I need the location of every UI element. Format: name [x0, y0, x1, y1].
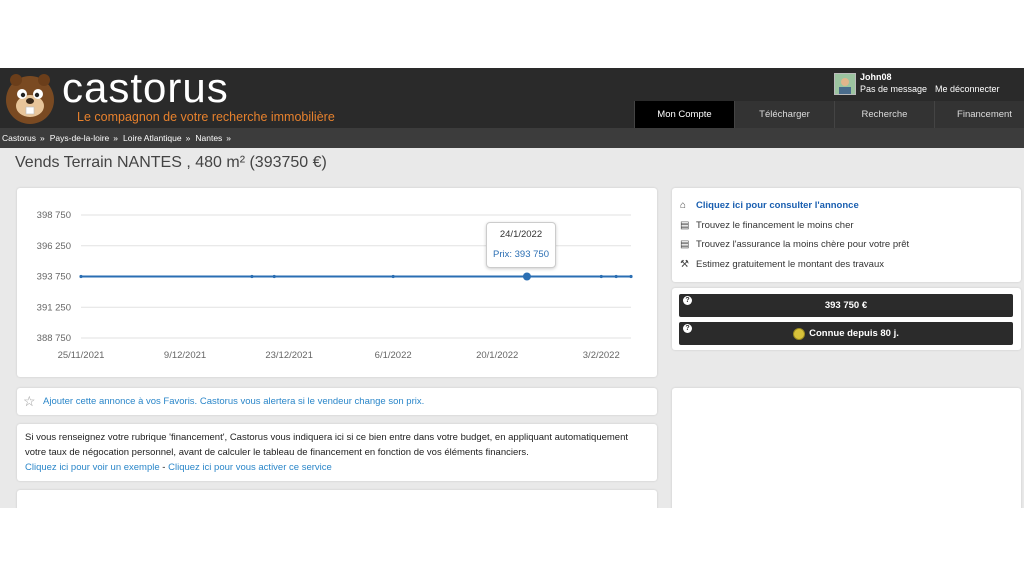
logout-link[interactable]: Me déconnecter [935, 84, 1000, 94]
find-financing-label: Trouvez le financement le moins cher [696, 220, 854, 231]
favorites-card: ☆ Ajouter cette annonce à vos Favoris. C… [17, 388, 657, 415]
user-name[interactable]: John08 [860, 72, 892, 82]
user-avatar[interactable] [834, 73, 856, 95]
financing-info-text: Si vous renseignez votre rubrique 'finan… [25, 430, 650, 475]
calculator-icon: ▤ [680, 239, 690, 250]
actions-card: ⌂ Cliquez ici pour consulter l'annonce ▤… [672, 188, 1021, 282]
nav-tab-financing[interactable]: Financement [934, 101, 1024, 128]
breadcrumb-city[interactable]: Nantes [195, 133, 222, 143]
data-point [599, 274, 603, 279]
help-icon[interactable]: ? [683, 296, 692, 305]
messages-link[interactable]: Pas de message [860, 84, 927, 94]
logo-text[interactable]: castorus [62, 68, 229, 112]
price-bar: ? 393 750 € [679, 294, 1013, 317]
nav-tab-download[interactable]: Télécharger [734, 101, 834, 128]
bottom-card [17, 490, 657, 508]
add-favorites-link[interactable]: Ajouter cette annonce à vos Favoris. Cas… [43, 396, 424, 407]
data-point [272, 274, 276, 279]
activate-service-link[interactable]: Cliquez ici pour vous activer ce service [168, 462, 332, 473]
x-tick-label: 25/11/2021 [58, 350, 105, 361]
header-bar: castorus Le compagnon de votre recherche… [0, 68, 1024, 128]
x-tick-label: 6/1/2022 [375, 350, 412, 361]
main-nav: Mon Compte Télécharger Recherche Finance… [634, 101, 1024, 128]
data-point [250, 274, 254, 279]
price-history-chart-card: 398 750 396 250 393 750 391 250 388 750 25/11… [17, 188, 657, 377]
data-point [391, 274, 395, 279]
avatar-person-icon [835, 74, 855, 94]
help-icon[interactable]: ? [683, 324, 692, 333]
beaver-logo-icon[interactable] [2, 70, 58, 126]
x-tick-label: 3/2/2022 [583, 350, 620, 361]
price-value: 393 750 € [824, 300, 868, 311]
nav-tab-search[interactable]: Recherche [834, 101, 934, 128]
see-example-link[interactable]: Cliquez ici pour voir un exemple [25, 462, 160, 473]
right-empty-panel [672, 388, 1021, 508]
online-since-bar: ? Connue depuis 80 j. [679, 322, 1013, 345]
y-tick-label: 391 250 [37, 302, 71, 313]
hammer-icon: ⚒ [680, 259, 689, 270]
online-since-value: Connue depuis 80 j. [809, 328, 899, 339]
y-tick-label: 396 250 [37, 241, 71, 252]
coin-icon [793, 327, 806, 340]
view-listing-label: Cliquez ici pour consulter l'annonce [696, 200, 859, 211]
find-financing-link[interactable]: ▤ Trouvez le financement le moins cher [680, 220, 854, 231]
calculator-icon: ▤ [680, 220, 690, 231]
link-separator: - [159, 462, 169, 473]
y-tick-label: 393 750 [37, 272, 71, 283]
y-tick-label: 398 750 [37, 210, 71, 221]
breadcrumb: Castorus» Pays-de-la-loire» Loire Atlant… [0, 128, 1024, 148]
tagline: Le compagnon de votre recherche immobili… [77, 110, 335, 124]
home-icon: ⌂ [680, 200, 687, 211]
breadcrumb-castorus[interactable]: Castorus [2, 133, 36, 143]
tooltip-price: Prix: 393 750 [493, 249, 549, 260]
y-tick-label: 388 750 [37, 333, 71, 344]
breadcrumb-separator: » [226, 133, 232, 143]
page-title: Vends Terrain NANTES , 480 m² (393750 €) [15, 154, 327, 171]
find-insurance-link[interactable]: ▤ Trouvez l'assurance la moins chère pou… [680, 239, 909, 250]
tooltip-date: 24/1/2022 [499, 229, 543, 240]
star-icon[interactable]: ☆ [23, 394, 36, 408]
estimate-works-label: Estimez gratuitement le montant des trav… [696, 259, 884, 270]
price-history-chart[interactable]: 398 750 396 250 393 750 391 250 388 750 25/11… [17, 188, 657, 377]
breadcrumb-region[interactable]: Pays-de-la-loire [50, 133, 110, 143]
nav-tab-account[interactable]: Mon Compte [634, 101, 734, 128]
financing-description: Si vous renseignez votre rubrique 'finan… [25, 432, 629, 458]
x-tick-label: 23/12/2021 [265, 350, 313, 361]
view-listing-link[interactable]: ⌂ Cliquez ici pour consulter l'annonce [680, 200, 859, 211]
highlighted-data-point [522, 272, 531, 281]
breadcrumb-separator: » [185, 133, 191, 143]
breadcrumb-separator: » [40, 133, 45, 143]
breadcrumb-department[interactable]: Loire Atlantique [123, 133, 182, 143]
screenshot-area: castorus Le compagnon de votre recherche… [0, 68, 1024, 508]
data-point [629, 274, 633, 279]
x-tick-label: 20/1/2022 [476, 350, 518, 361]
financing-info-card: Si vous renseignez votre rubrique 'finan… [17, 424, 657, 481]
x-tick-label: 9/12/2021 [164, 350, 206, 361]
chart-tooltip: 24/1/2022 Prix: 393 750 [486, 222, 556, 268]
breadcrumb-separator: » [113, 133, 119, 143]
data-point [79, 274, 83, 279]
data-point [614, 274, 618, 279]
price-summary-card: ? 393 750 € ? Connue depuis 80 j. [672, 288, 1021, 350]
estimate-works-link[interactable]: ⚒ Estimez gratuitement le montant des tr… [680, 259, 884, 270]
find-insurance-label: Trouvez l'assurance la moins chère pour … [696, 239, 910, 250]
